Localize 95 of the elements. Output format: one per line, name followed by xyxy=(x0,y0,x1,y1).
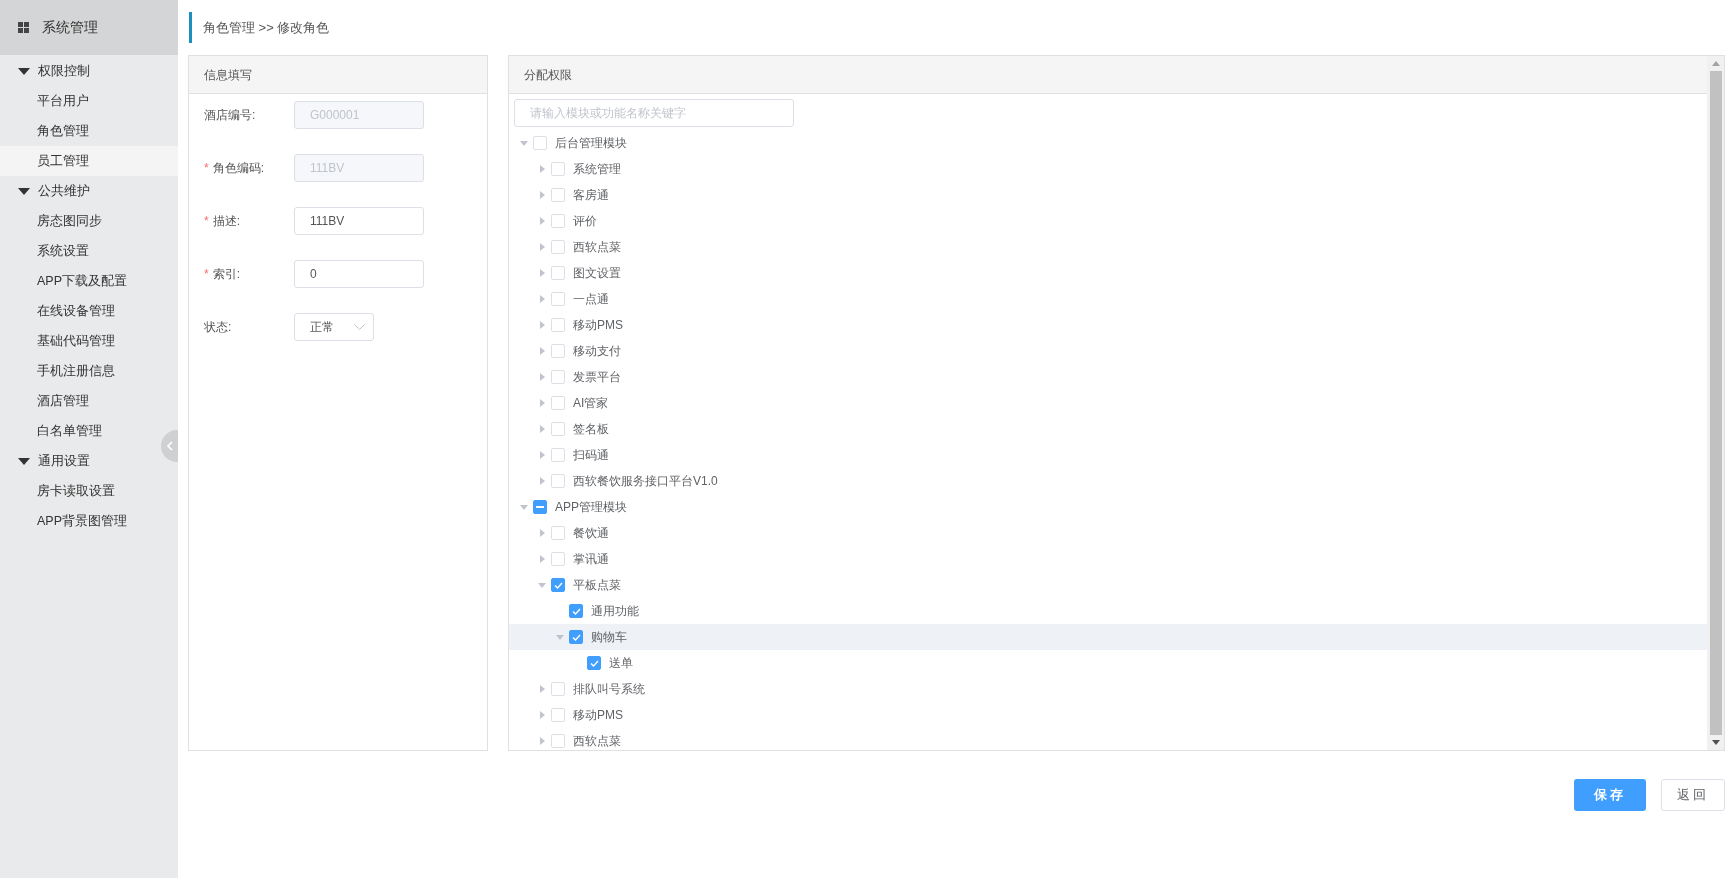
caret-icon[interactable] xyxy=(539,555,545,563)
menu-group[interactable]: 权限控制 xyxy=(0,56,160,86)
menu-item[interactable]: 酒店管理 xyxy=(0,386,160,416)
caret-icon[interactable] xyxy=(539,685,545,693)
tree-label: 发票平台 xyxy=(573,369,621,386)
menu-item[interactable]: APP下载及配置 xyxy=(0,266,160,296)
menu-item[interactable]: 员工管理 xyxy=(0,146,178,176)
caret-icon[interactable] xyxy=(539,529,545,537)
tree-label: 送单 xyxy=(609,655,633,672)
field-label: 状态: xyxy=(204,319,232,336)
required-mark: * xyxy=(204,266,209,283)
tree-label: 一点通 xyxy=(573,291,609,308)
caret-icon[interactable] xyxy=(520,140,528,146)
tree-label: 系统管理 xyxy=(573,161,621,178)
status-select[interactable]: 正常 xyxy=(294,313,374,341)
input-field[interactable]: 111BV xyxy=(294,207,424,235)
search-field[interactable]: 请输入模块或功能名称关键字 xyxy=(514,99,794,127)
field-label: 描述: xyxy=(212,213,240,230)
caret-icon[interactable] xyxy=(539,217,545,225)
tree-label: 签名板 xyxy=(573,421,609,438)
caret-icon[interactable] xyxy=(539,269,545,277)
menu-item[interactable]: 基础代码管理 xyxy=(0,326,160,356)
panel-title: 分配权限 xyxy=(524,66,572,84)
tree-label: 扫码通 xyxy=(573,447,609,464)
caret-icon[interactable] xyxy=(539,191,545,199)
caret-icon[interactable] xyxy=(539,295,545,303)
menu-item[interactable]: 系统设置 xyxy=(0,236,160,266)
tree-label: 购物车 xyxy=(591,629,627,646)
triangle-icon xyxy=(18,457,30,465)
tree-label: 排队叫号系统 xyxy=(573,681,645,698)
field-label: 角色编码: xyxy=(212,160,264,177)
input-field[interactable]: 0 xyxy=(294,260,424,288)
panel-title: 信息填写 xyxy=(204,66,252,84)
tree-label: 图文设置 xyxy=(573,265,621,282)
menu-item[interactable]: 在线设备管理 xyxy=(0,296,160,326)
checkbox[interactable] xyxy=(551,578,565,592)
tree-label: 餐饮通 xyxy=(573,525,609,542)
menu-item[interactable]: 白名单管理 xyxy=(0,416,160,446)
scrollbar[interactable] xyxy=(1707,56,1724,750)
tree-label: 评价 xyxy=(573,213,597,230)
triangle-icon xyxy=(18,67,30,75)
tree-label: 西软点菜 xyxy=(573,239,621,256)
checkbox[interactable] xyxy=(569,630,583,644)
required-mark: * xyxy=(204,160,209,177)
required-mark: * xyxy=(204,213,209,230)
tree-label: 平板点菜 xyxy=(573,577,621,594)
tree-label: 移动PMS xyxy=(573,317,623,334)
caret-icon[interactable] xyxy=(539,165,545,173)
caret-icon[interactable] xyxy=(539,477,545,485)
tree-label: 移动PMS xyxy=(573,707,623,724)
tree-node[interactable]: 购物车 xyxy=(509,624,1707,650)
caret-icon[interactable] xyxy=(539,451,545,459)
menu-item[interactable]: 手机注册信息 xyxy=(0,356,160,386)
tree-label: 移动支付 xyxy=(573,343,621,360)
menu-item[interactable]: 角色管理 xyxy=(0,116,160,146)
caret-icon[interactable] xyxy=(520,504,528,510)
tree-label: 掌讯通 xyxy=(573,551,609,568)
field-label: 索引: xyxy=(212,266,240,283)
sidebar-title: 系统管理 xyxy=(42,18,98,37)
tree-label: APP管理模块 xyxy=(555,499,627,516)
menu-item[interactable]: 平台用户 xyxy=(0,86,160,116)
checkbox[interactable] xyxy=(569,604,583,618)
caret-icon[interactable] xyxy=(539,347,545,355)
tree-label: 西软餐饮服务接口平台V1.0 xyxy=(573,473,718,490)
caret-icon[interactable] xyxy=(539,399,545,407)
menu-item[interactable]: APP背景图管理 xyxy=(0,506,160,536)
tree-label: 西软点菜 xyxy=(573,733,621,750)
collapse-sidebar-button[interactable] xyxy=(161,430,178,462)
grid-icon xyxy=(18,22,29,33)
caret-icon[interactable] xyxy=(539,243,545,251)
menu-group[interactable]: 公共维护 xyxy=(0,176,160,206)
caret-icon[interactable] xyxy=(539,425,545,433)
scroll-down-icon xyxy=(1711,740,1720,745)
triangle-icon xyxy=(18,187,30,195)
tree-label: 通用功能 xyxy=(591,603,639,620)
chevron-left-icon xyxy=(166,441,173,451)
caret-icon[interactable] xyxy=(556,634,564,640)
menu-item[interactable]: 房态图同步 xyxy=(0,206,160,236)
checkbox[interactable] xyxy=(533,500,547,514)
menu-item[interactable]: 房卡读取设置 xyxy=(0,476,160,506)
tree-label: 客房通 xyxy=(573,187,609,204)
chevron-down-icon xyxy=(354,324,365,330)
checkbox[interactable] xyxy=(587,656,601,670)
field-label: 酒店编号: xyxy=(204,107,256,124)
back-button[interactable]: 返回 xyxy=(1661,779,1725,811)
scroll-up-icon xyxy=(1711,61,1720,66)
breadcrumb: 角色管理 >> 修改角色 xyxy=(203,18,330,37)
caret-icon[interactable] xyxy=(539,737,545,745)
tree-label: 后台管理模块 xyxy=(555,135,627,152)
tree-label: AI管家 xyxy=(573,395,609,412)
menu-group[interactable]: 通用设置 xyxy=(0,446,160,476)
caret-icon[interactable] xyxy=(539,321,545,329)
caret-icon[interactable] xyxy=(539,373,545,381)
caret-icon[interactable] xyxy=(538,582,546,588)
caret-icon[interactable] xyxy=(539,711,545,719)
